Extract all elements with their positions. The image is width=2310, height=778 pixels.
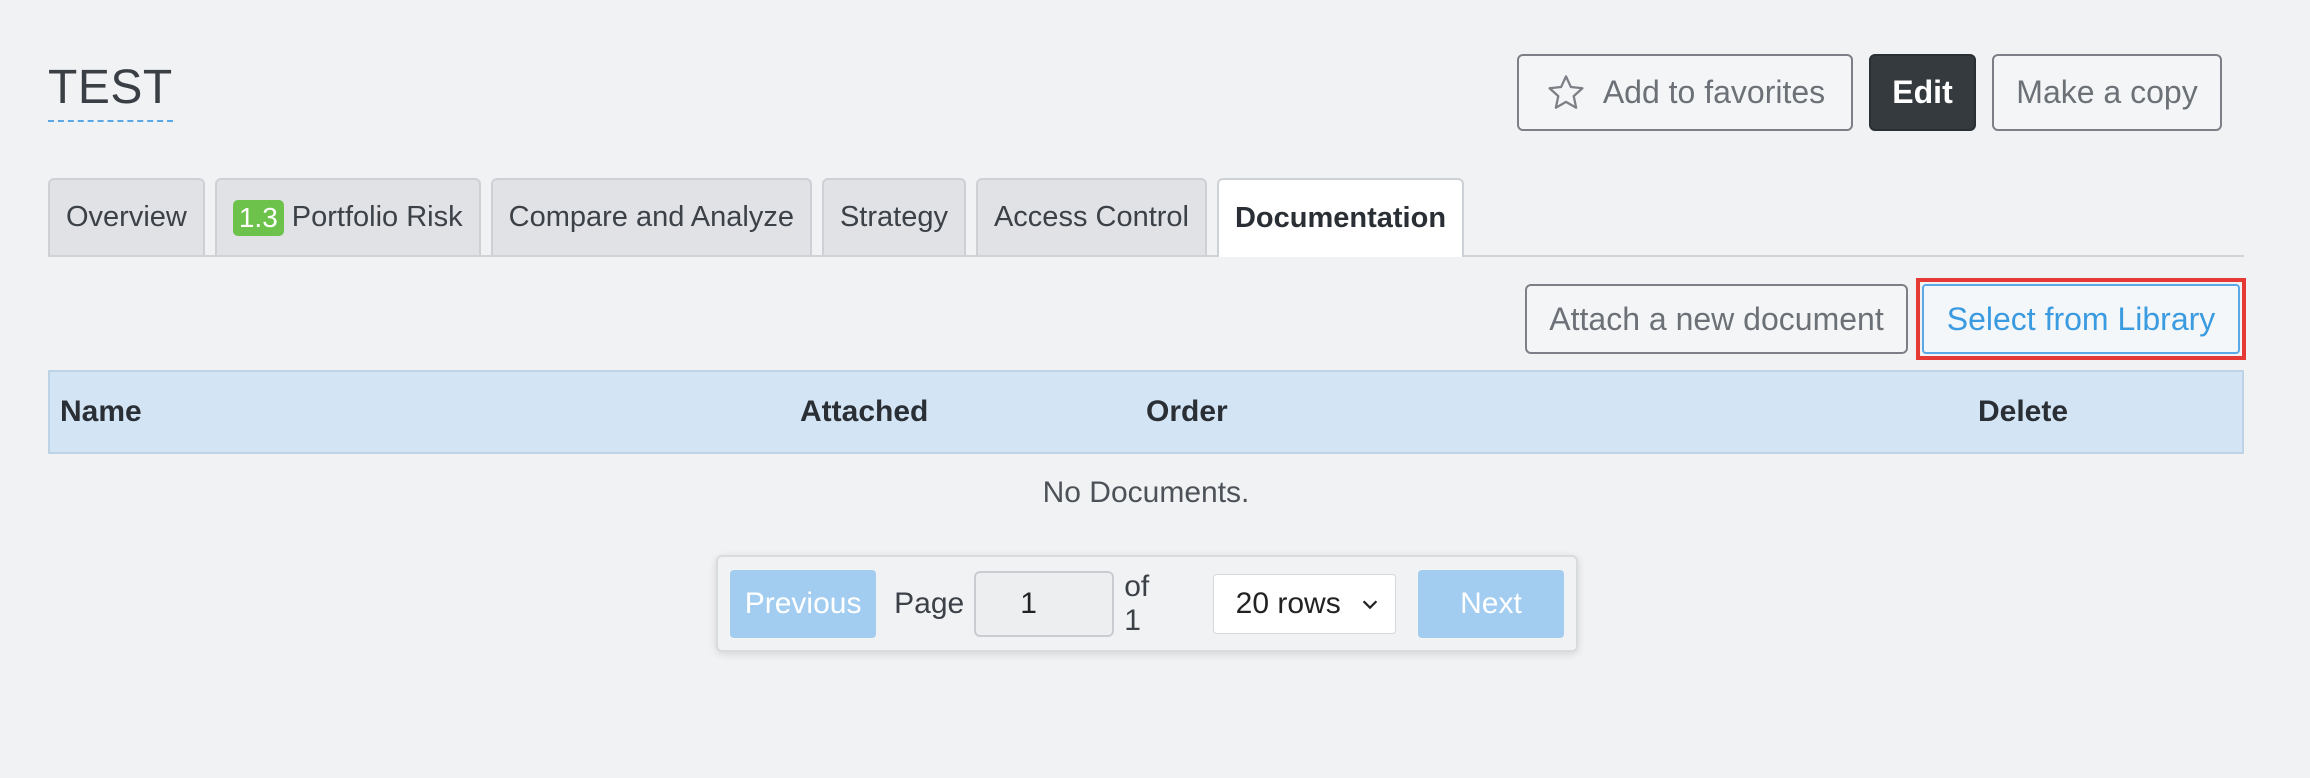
page-title: TEST bbox=[48, 64, 173, 122]
empty-message: No Documents. bbox=[1042, 476, 1250, 509]
rows-per-page-select[interactable]: 20 rows bbox=[1212, 573, 1396, 634]
tab-label: Strategy bbox=[839, 201, 948, 233]
tab-bar: Overview 1.3 Portfolio Risk Compare and … bbox=[48, 178, 2244, 257]
tab-overview[interactable]: Overview bbox=[48, 178, 205, 255]
documents-table: Name Attached Order Delete No Documents. bbox=[48, 370, 2244, 532]
edit-button[interactable]: Edit bbox=[1869, 54, 1976, 131]
page-count-label: of 1 bbox=[1124, 569, 1150, 637]
chevron-down-icon bbox=[1362, 599, 1378, 609]
document-actions: Attach a new document Select from Librar… bbox=[1525, 278, 2246, 360]
tab-strategy[interactable]: Strategy bbox=[821, 178, 966, 255]
add-to-favorites-label: Add to favorites bbox=[1602, 74, 1826, 110]
page-number-input[interactable] bbox=[974, 570, 1115, 637]
previous-button[interactable]: Previous bbox=[730, 569, 877, 638]
tab-label: Documentation bbox=[1234, 202, 1447, 234]
tab-label: Access Control bbox=[993, 201, 1189, 233]
page-label: Page bbox=[894, 586, 965, 620]
tab-compare-and-analyze[interactable]: Compare and Analyze bbox=[490, 178, 812, 255]
rows-per-page-value: 20 rows bbox=[1235, 586, 1341, 620]
tab-label: Overview bbox=[66, 201, 187, 233]
add-to-favorites-button[interactable]: Add to favorites bbox=[1517, 54, 1853, 131]
tab-label: Portfolio Risk bbox=[291, 201, 463, 233]
column-header-order[interactable]: Order bbox=[1146, 395, 1228, 429]
page: TEST Add to favorites Edit Make a copy O… bbox=[0, 0, 2310, 778]
make-a-copy-button[interactable]: Make a copy bbox=[1992, 54, 2222, 131]
tab-label: Compare and Analyze bbox=[508, 201, 794, 233]
column-header-delete[interactable]: Delete bbox=[1978, 395, 2068, 429]
pagination: Previous Page of 1 20 rows Next bbox=[716, 555, 1578, 652]
portfolio-risk-badge: 1.3 bbox=[232, 199, 284, 236]
column-header-attached[interactable]: Attached bbox=[800, 395, 928, 429]
column-header-name[interactable]: Name bbox=[60, 395, 142, 429]
tab-portfolio-risk[interactable]: 1.3 Portfolio Risk bbox=[214, 178, 481, 255]
table-header-row: Name Attached Order Delete bbox=[48, 370, 2244, 454]
highlight-box: Select from Library bbox=[1916, 278, 2246, 360]
tab-documentation[interactable]: Documentation bbox=[1216, 178, 1465, 257]
next-button[interactable]: Next bbox=[1417, 569, 1565, 638]
attach-new-document-button[interactable]: Attach a new document bbox=[1525, 284, 1908, 354]
star-outline-icon bbox=[1548, 74, 1584, 109]
tab-access-control[interactable]: Access Control bbox=[975, 178, 1207, 255]
select-from-library-button[interactable]: Select from Library bbox=[1922, 284, 2240, 354]
header-actions: Add to favorites Edit Make a copy bbox=[1517, 54, 2222, 131]
